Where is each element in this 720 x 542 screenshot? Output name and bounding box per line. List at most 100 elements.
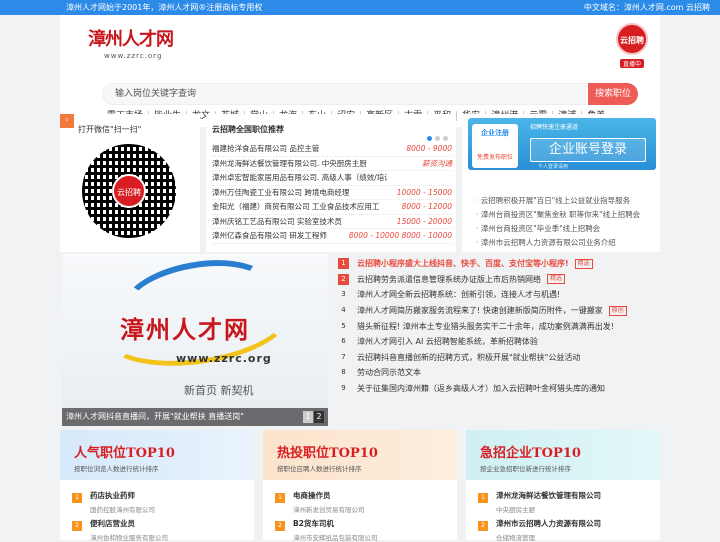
news-title: 云招聘小程序盛大上线抖音、快手、百度、支付宝等小程序! [357,259,569,269]
news-item[interactable]: 9 关于征集国内漳州籍（返乡高级人才）加入云招聘叶金柯猎头库的通知 [338,381,658,397]
news-rank: 1 [338,258,349,270]
search-button[interactable]: 搜索职位 [588,83,638,105]
card-item-title: B2货车司机 [293,519,334,528]
card-item-sub: 漳州新发创贸易有限公司 [293,506,365,514]
enterprise-login-banner[interactable]: 企业注册 免费发布职位 招聘快速注册通道 企业账号登录 个人登录请用 [468,118,656,170]
card-title: 人气职位TOP10 [74,446,175,461]
job-name: 漳州龙海鲜达餐饮管理有限公司. 中央厨房主厨 [212,158,367,168]
card-title: 热投职位TOP10 [277,446,378,461]
jobs-title: 云招聘全国职位推荐 [212,125,284,134]
card-item-sub: 国药控股漳州有限公司 [90,506,155,514]
card-item-sub: 漳州市安辉纸品包装有限公司 [293,534,378,542]
register-box[interactable]: 企业注册 免费发布职位 [472,124,518,168]
slide-page-2[interactable]: 2 [314,411,324,423]
enterprise-news-item[interactable]: 漳州市云招聘人力资源有限公司业务介绍 [476,236,640,250]
news-item[interactable]: 8 劳动合同示范文本 [338,365,658,381]
news-title: 漳州人才网引入 AI 云招聘智能系统，革新招聘体验 [357,337,538,347]
job-salary: 8000 - 9000 [406,144,452,153]
news-tag: 原创 [608,305,627,316]
news-item[interactable]: 4 漳州人才网简历搬家服务流程来了! 快速创建新版简历附件，一键搬家 原创 [338,303,658,319]
job-name: 漳州万佳陶瓷工业有限公司 跨境电商经理 [212,187,350,197]
news-item[interactable]: 6 漳州人才网引入 AI 云招聘智能系统，革新招聘体验 [338,334,658,350]
job-salary: 薪资沟通 [422,158,452,168]
top-row: ◦ 打开微信"扫一扫" 云招聘 云招聘全国职位推荐 福建抢洋食品有限公司 品控主… [60,114,660,252]
news-rank: 4 [341,306,346,315]
card-item[interactable]: 1 电商操作员漳州新发创贸易有限公司 [263,480,457,514]
job-row[interactable]: 福建抢洋食品有限公司 品控主管 8000 - 9000 [212,142,452,157]
card-rank: 1 [275,493,285,503]
card-head[interactable]: 急招企业TOP10 按企业急招职位新进行统计排序 [466,430,660,480]
card-item-title: 便利店营业员 [90,519,135,528]
live-logo: 云招聘 [616,23,648,55]
card-subtitle: 按职位应聘人数进行统计排序 [277,465,362,473]
search-input[interactable]: 输入岗位关键字查询 [102,83,586,105]
card-subtitle: 按职位浏览人数进行统计排序 [74,465,159,473]
job-name: 福建抢洋食品有限公司 品控主管 [212,144,320,153]
enterprise-news-item[interactable]: 漳州台商投资区"聚焦金秋 职等你来"线上招聘会 [476,208,640,222]
enterprise-login-button[interactable]: 企业账号登录 [530,138,646,162]
news-title: 劳动合同示范文本 [357,368,421,378]
job-row[interactable]: 漳州龙海鲜达餐饮管理有限公司. 中央厨房主厨 薪资沟通 [212,157,452,171]
news-rank: 5 [341,321,346,330]
news-item[interactable]: 3 漳州人才网全新云招聘系统：创新引领，连接人才与机遇! [338,287,658,303]
job-row[interactable]: 漳州卓宏智能家居用品有限公司. 高级人事（绩效/培训方�. [212,171,452,186]
card-head[interactable]: 热投职位TOP10 按职位应聘人数进行统计排序 [263,430,457,480]
card-subtitle: 按企业急招职位新进行统计排序 [480,465,571,473]
news-rank: 9 [341,384,346,393]
news-item[interactable]: 1 云招聘小程序盛大上线抖音、快手、百度、支付宝等小程序! 精选 [338,256,658,272]
news-title: 关于征集国内漳州籍（返乡高级人才）加入云招聘叶金柯猎头库的通知 [357,384,605,394]
slide-pager[interactable]: 1 2 [303,411,324,423]
news-title: 猎头新征程! 漳州本土专业猎头服务实干二十余年，成功案例满满再出发! [357,321,614,331]
news-item[interactable]: 2 云招聘劳务派遣信息管理系统办证版上市后热销网络 精选 [338,272,658,288]
slide-page-1[interactable]: 1 [303,411,313,423]
live-badge[interactable]: 云招聘 直播中 [614,23,650,68]
slide-caption[interactable]: 漳州人才网抖音直播间，开展"就业帮扶 直播送岗" [62,408,328,426]
job-row[interactable]: 漳州万佳陶瓷工业有限公司 跨境电商经理 10000 - 15000 [212,186,452,200]
card-item-title: 漳州市云招聘人力资源有限公司 [496,519,601,528]
logo-url: www.zzrc.org [104,52,163,60]
enterprise-news-item[interactable]: 云招聘积极开展"百日"线上公益就业指导服务 [476,194,640,208]
card-item[interactable]: 1 漳州龙海鲜达餐饮管理有限公司 中央厨房主厨 [466,480,660,514]
card-item[interactable]: 1 药店执业药师国药控股漳州有限公司 [60,480,254,514]
job-row[interactable]: 漳州庆铭工艺品有限公司 实验室技术员 15000 - 20000 [212,215,452,229]
carousel-dots[interactable] [427,136,448,141]
card-rank: 1 [72,493,82,503]
card-item-title: 药店执业药师 [90,491,135,500]
promo-slideshow[interactable]: 漳州人才网 www.zzrc.org 新首页 新契机 漳州人才网抖音直播间，开展… [62,254,328,426]
top-bar: 漳州人才网始于2001年，漳州人才网®注册商标专用权 中文域名：漳州人才网.co… [0,0,720,15]
card-item-sub: 仓储物流管理 [496,534,535,542]
header: 漳州人才网 www.zzrc.org 云招聘 直播中 [60,15,660,75]
news-title: 漳州人才网简历搬家服务流程来了! 快速创建新版简历附件，一键搬家 [357,306,603,316]
enterprise-sub1: 招聘快速注册通道 [530,124,579,131]
card-item-title: 电商操作员 [293,491,331,500]
top10-card: 人气职位TOP10 按职位浏览人数进行统计排序 1 药店执业药师 国药控股漳州有限公司 2… [60,430,254,542]
card-rank: 2 [275,521,285,531]
enterprise-news-item[interactable]: 漳州台商投资区"毕业季"线上招聘会 [476,222,640,236]
card-item-sub: 中央厨房主厨 [496,506,535,514]
wechat-qr-panel: ◦ 打开微信"扫一扫" 云招聘 [60,114,200,252]
news-item[interactable]: 5 猎头新征程! 漳州本土专业猎头服务实干二十余年，成功案例满满再出发! [338,318,658,334]
card-title: 急招企业TOP10 [480,446,581,461]
logo-title: 漳州人才网 [88,29,174,50]
qr-title: 打开微信"扫一扫" [78,125,142,134]
card-rank: 1 [478,493,488,503]
slide-subtitle: 新首页 新契机 [184,384,254,397]
site-logo[interactable]: 漳州人才网 www.zzrc.org [74,23,174,63]
job-row[interactable]: 金阳光（福建）商贸有限公司 工业食品技术应用工 8000 - 12000 [212,200,452,215]
job-row[interactable]: 漳州亿森食品有限公司 研发工程师 8000 - 10000 8000 - 1000… [212,229,452,244]
register-badge: 企业注册 [481,129,509,137]
job-salary: 15000 - 20000 [396,216,452,226]
news-title: 云招聘劳务派遣信息管理系统办证版上市后热销网络 [357,274,541,284]
news-item[interactable]: 7 云招聘抖音直播创新的招聘方式，积极开展"就业帮扶"公益活动 [338,350,658,366]
news-rank: 3 [341,290,346,299]
news-list: 1 云招聘小程序盛大上线抖音、快手、百度、支付宝等小程序! 精选 2 云招聘劳务派遣信息… [338,256,658,396]
news-rank: 7 [341,352,346,361]
news-rank: 8 [341,368,346,377]
top10-card: 热投职位TOP10 按职位应聘人数进行统计排序 1 电商操作员漳州新发创贸易有限公司 2… [263,430,457,542]
top10-card: 急招企业TOP10 按企业急招职位新进行统计排序 1 漳州龙海鲜达餐饮管理有限公司 中央… [466,430,660,542]
top-bar-left: 漳州人才网始于2001年，漳州人才网®注册商标专用权 [66,3,263,12]
free-post-label: 免费发布职位 [476,154,513,161]
card-item-sub: 漳州协和物业服务有限公司 [90,534,168,542]
card-head[interactable]: 人气职位TOP10 按职位浏览人数进行统计排序 [60,430,254,480]
card-rank: 2 [478,521,488,531]
